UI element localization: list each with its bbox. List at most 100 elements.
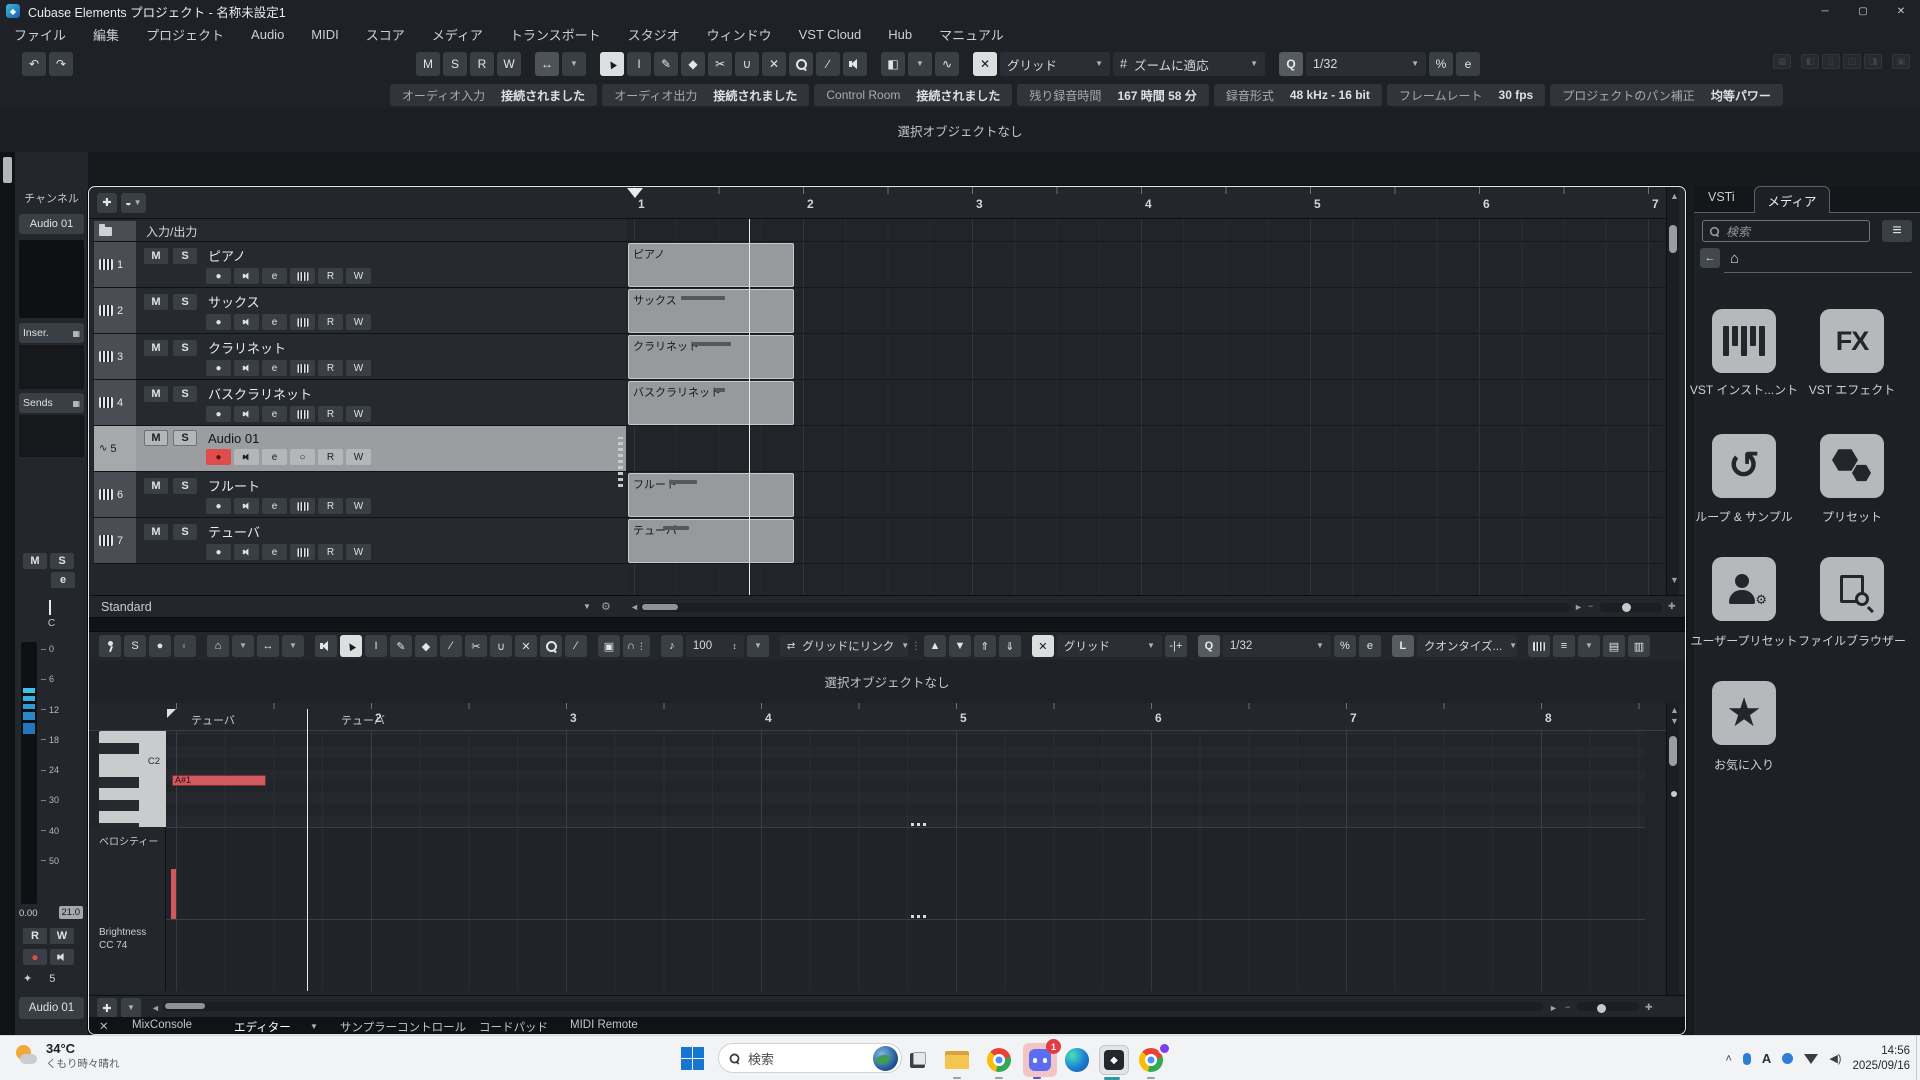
track-name[interactable]: サックス: [208, 292, 260, 311]
read-automation-icon[interactable]: R: [318, 360, 343, 376]
pitch-visibility-icon[interactable]: ⌂: [207, 635, 229, 657]
editor-draw-tool-icon[interactable]: ✎: [390, 635, 412, 657]
menu-transport[interactable]: トランスポート: [510, 25, 601, 44]
tab-vsti[interactable]: VSTi: [1708, 190, 1735, 204]
velocity-bar[interactable]: [171, 869, 176, 920]
black-key[interactable]: [99, 800, 139, 811]
tile-vst-instruments[interactable]: [1712, 309, 1776, 373]
mute-tool-icon[interactable]: ✕: [762, 52, 786, 76]
automation-write-button[interactable]: W: [497, 52, 521, 76]
scroll-right-icon[interactable]: ►: [1574, 602, 1583, 612]
instrument-icon[interactable]: [290, 314, 315, 330]
editor-snap-icon[interactable]: ✕: [1032, 635, 1054, 657]
taskbar-search-input[interactable]: 検索: [718, 1043, 902, 1073]
menu-vst-cloud[interactable]: VST Cloud: [799, 27, 862, 42]
sends-slot[interactable]: [19, 415, 84, 457]
menu-manual[interactable]: マニュアル: [939, 25, 1004, 44]
record-enable-icon-active[interactable]: ●: [206, 449, 231, 465]
edit-channel-icon[interactable]: e: [262, 498, 287, 514]
controller-lane[interactable]: [166, 919, 1645, 991]
monitor-icon[interactable]: [234, 406, 259, 422]
edit-channel-icon[interactable]: e: [262, 360, 287, 376]
track-solo-button[interactable]: S: [173, 248, 197, 264]
results-list-icon[interactable]: ≡: [1882, 220, 1912, 242]
track-preset-icon[interactable]: ◒▼: [121, 193, 146, 213]
show-desktop-button[interactable]: [1916, 1036, 1920, 1080]
snap-icon[interactable]: ✕: [973, 52, 997, 76]
length-link-dropdown[interactable]: ⇄グリッドにリンク▼: [780, 635, 908, 657]
tab-mixconsole[interactable]: MixConsole: [132, 1019, 192, 1031]
zoom-slider-handle[interactable]: [1622, 603, 1631, 612]
editor-snap-type-dropdown[interactable]: グリッド▼: [1057, 635, 1162, 657]
track-name[interactable]: テューバ: [208, 522, 260, 541]
track-name[interactable]: フルート: [208, 476, 260, 495]
inserts-button[interactable]: Inser.▦: [19, 323, 84, 343]
cc-lane-label[interactable]: BrightnessCC 74: [89, 848, 165, 952]
grid-type-dropdown[interactable]: #ズームに適応▼: [1113, 52, 1265, 76]
record-enable-icon[interactable]: ●: [206, 406, 231, 422]
record-time-status[interactable]: 残り録音時間167 時間 58 分: [1017, 84, 1208, 106]
tray-app-icon[interactable]: [1782, 1053, 1793, 1064]
io-folder-row[interactable]: 入力/出力: [94, 221, 626, 242]
add-track-icon[interactable]: ✚: [97, 193, 117, 213]
tile-presets[interactable]: [1820, 434, 1884, 498]
track-row-tuba[interactable]: 7 MSテューバ ●eRW: [94, 518, 626, 564]
track-name[interactable]: Audio 01: [208, 431, 259, 446]
window-layout-icon[interactable]: ▣: [1892, 54, 1910, 69]
split-tool-icon[interactable]: ✂: [708, 52, 732, 76]
pan-control[interactable]: [49, 600, 51, 615]
automation-solo-button[interactable]: S: [443, 52, 467, 76]
instrument-icon[interactable]: [290, 498, 315, 514]
part-edit-mode-icon[interactable]: ▣: [598, 635, 620, 657]
editor-split-tool-icon[interactable]: ✂: [465, 635, 487, 657]
scroll-left-icon[interactable]: ◄: [630, 602, 639, 612]
midi-input-icon[interactable]: ▤: [1603, 635, 1625, 657]
tab-editor-menu-icon[interactable]: ▼: [310, 1023, 318, 1031]
channel-monitor-icon[interactable]: [50, 949, 74, 965]
track-mute-button[interactable]: M: [144, 248, 168, 264]
zoom-out-icon[interactable]: −: [1588, 601, 1593, 611]
record-enable-icon[interactable]: ●: [206, 544, 231, 560]
editor-zoom-in-icon[interactable]: ✚: [1645, 1002, 1653, 1013]
editor-solo-icon[interactable]: S: [124, 635, 146, 657]
editor-autoscroll-icon[interactable]: ↔: [257, 635, 279, 657]
close-lower-zone-icon[interactable]: ✕: [99, 1019, 109, 1033]
discord-button[interactable]: 1: [1022, 1045, 1058, 1075]
record-format-status[interactable]: 録音形式48 kHz - 16 bit: [1214, 84, 1382, 106]
select-tool-icon[interactable]: ▲: [600, 52, 624, 76]
move-up-octave-icon[interactable]: ⇑: [974, 635, 996, 657]
write-automation-icon[interactable]: W: [346, 544, 371, 560]
automation-read-button[interactable]: R: [470, 52, 494, 76]
color-tool-icon[interactable]: ◧: [881, 52, 905, 76]
task-view-button[interactable]: [903, 1045, 933, 1075]
track-name[interactable]: バスクラリネット: [208, 384, 312, 403]
edge-button[interactable]: [1062, 1045, 1092, 1075]
arrange-ruler[interactable]: 1 2 3 4 5 6 7: [626, 187, 1666, 219]
menu-project[interactable]: プロジェクト: [146, 25, 224, 44]
move-down-icon[interactable]: ▼: [949, 635, 971, 657]
track-name[interactable]: ピアノ: [208, 246, 246, 265]
instrument-icon[interactable]: [290, 360, 315, 376]
track-solo-button[interactable]: S: [173, 386, 197, 402]
write-automation-icon[interactable]: W: [346, 268, 371, 284]
play-tool-icon[interactable]: [843, 52, 867, 76]
channel-solo-button[interactable]: S: [50, 553, 74, 569]
inspector-zone-icon[interactable]: ◧: [1801, 54, 1819, 69]
control-room-status[interactable]: Control Room接続されました: [814, 84, 1012, 106]
editor-zoom-handle[interactable]: [1597, 1004, 1606, 1013]
velocity-menu-icon[interactable]: ▼: [747, 635, 769, 657]
edit-channel-icon[interactable]: e: [262, 314, 287, 330]
editor-trim-tool-icon[interactable]: ∕: [440, 635, 462, 657]
playhead-marker[interactable]: [627, 188, 643, 198]
editor-ruler[interactable]: テューバ テューバ 2 3 4 5 6 7 8: [89, 703, 1666, 731]
grid-relative-icon[interactable]: -|+: [1165, 635, 1187, 657]
edit-channel-icon[interactable]: e: [262, 544, 287, 560]
menu-midi[interactable]: MIDI: [311, 27, 338, 42]
lower-zone-icon[interactable]: ◫: [1843, 54, 1861, 69]
read-automation-icon[interactable]: R: [318, 449, 343, 465]
lanes-icon[interactable]: ≡: [1553, 635, 1575, 657]
redo-icon[interactable]: ↷: [49, 52, 73, 76]
zoom-in-icon[interactable]: ✚: [1668, 601, 1676, 612]
draw-tool-icon[interactable]: ✎: [654, 52, 678, 76]
menu-edit[interactable]: 編集: [93, 25, 119, 44]
